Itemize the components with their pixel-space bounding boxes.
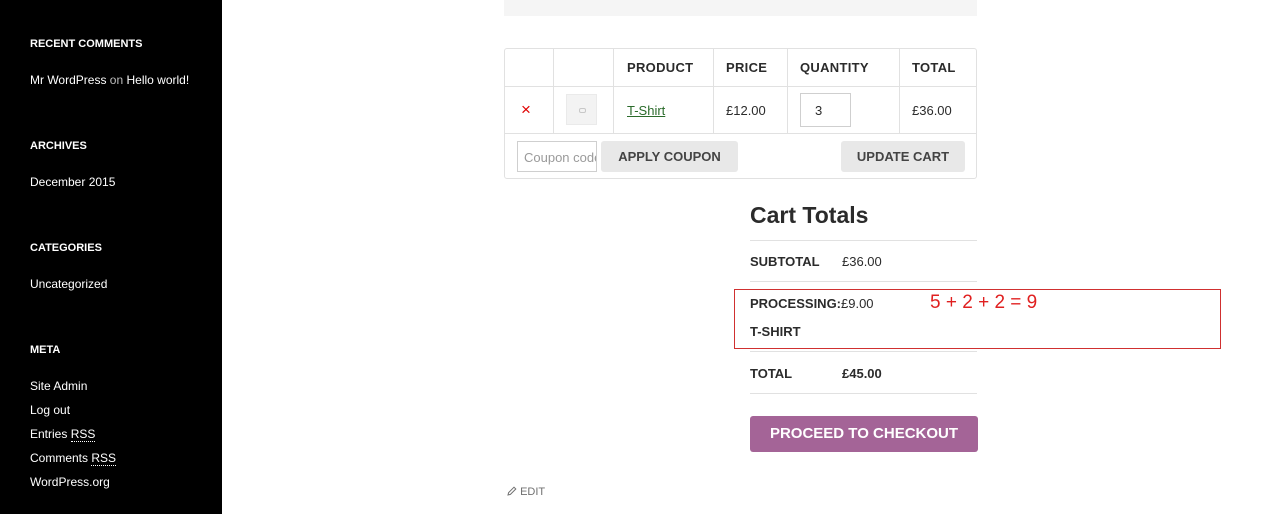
table-divider <box>613 49 614 133</box>
quantity-input[interactable]: 3 <box>800 93 851 127</box>
table-divider <box>505 86 976 87</box>
categories-title: CATEGORIES <box>30 242 102 254</box>
totals-divider <box>750 240 977 241</box>
sidebar: RECENT COMMENTS Mr WordPress on Hello wo… <box>0 0 222 514</box>
cart-table: PRODUCT PRICE QUANTITY TOTAL × T-Shirt £… <box>504 48 977 179</box>
archives-title: ARCHIVES <box>30 140 87 152</box>
recent-comments-title: RECENT COMMENTS <box>30 38 143 50</box>
header-price: PRICE <box>726 60 768 75</box>
subtotal-label: SUBTOTAL <box>750 254 820 269</box>
edit-label: EDIT <box>520 486 546 498</box>
product-thumbnail[interactable] <box>566 94 597 125</box>
proceed-to-checkout-button[interactable]: PROCEED TO CHECKOUT <box>750 416 978 452</box>
entries-label: Entries <box>30 427 68 441</box>
meta-entries-rss-link[interactable]: Entries RSS <box>30 427 96 442</box>
rss-abbr: RSS <box>91 451 117 466</box>
meta-wordpress-org-link[interactable]: WordPress.org <box>30 475 110 489</box>
meta-site-admin-link[interactable]: Site Admin <box>30 379 87 393</box>
update-cart-button[interactable]: UPDATE CART <box>841 141 965 172</box>
recent-comment-item: Mr WordPress on Hello world! <box>30 73 189 87</box>
product-link[interactable]: T-Shirt <box>627 103 665 118</box>
meta-comments-rss-link[interactable]: Comments RSS <box>30 451 117 466</box>
totals-divider <box>750 281 977 282</box>
product-name-cell: T-Shirt <box>627 103 665 118</box>
apply-coupon-button[interactable]: APPLY COUPON <box>601 141 738 172</box>
header-quantity: QUANTITY <box>800 60 869 75</box>
annotation-text: 5 + 2 + 2 = 9 <box>930 292 1038 313</box>
product-price: £12.00 <box>726 103 766 118</box>
content-top-strip <box>504 0 977 16</box>
comment-author-link[interactable]: Mr WordPress <box>30 73 106 87</box>
totals-divider <box>750 351 977 352</box>
edit-link[interactable]: EDIT <box>507 486 545 498</box>
meta-log-out-link[interactable]: Log out <box>30 403 70 417</box>
pencil-icon <box>507 486 520 498</box>
total-value: £45.00 <box>842 366 882 381</box>
comment-post-link[interactable]: Hello world! <box>127 73 190 87</box>
table-divider <box>505 133 976 134</box>
header-product: PRODUCT <box>627 60 694 75</box>
category-link-uncategorized[interactable]: Uncategorized <box>30 277 107 291</box>
header-total: TOTAL <box>912 60 956 75</box>
remove-item-icon[interactable]: × <box>521 101 531 118</box>
total-label: TOTAL <box>750 366 793 381</box>
cart-totals-title: Cart Totals <box>750 202 869 228</box>
comments-label: Comments <box>30 451 89 465</box>
table-divider <box>899 49 900 133</box>
meta-title: META <box>30 344 61 356</box>
product-subtotal: £36.00 <box>912 103 952 118</box>
totals-divider <box>750 393 977 394</box>
comment-on-text: on <box>109 73 124 87</box>
archive-link-december-2015[interactable]: December 2015 <box>30 175 115 189</box>
table-divider <box>713 49 714 133</box>
coupon-code-input[interactable]: Coupon code <box>517 141 597 172</box>
subtotal-value: £36.00 <box>842 254 882 269</box>
table-divider <box>787 49 788 133</box>
rss-abbr: RSS <box>70 427 96 442</box>
table-divider <box>553 49 554 133</box>
